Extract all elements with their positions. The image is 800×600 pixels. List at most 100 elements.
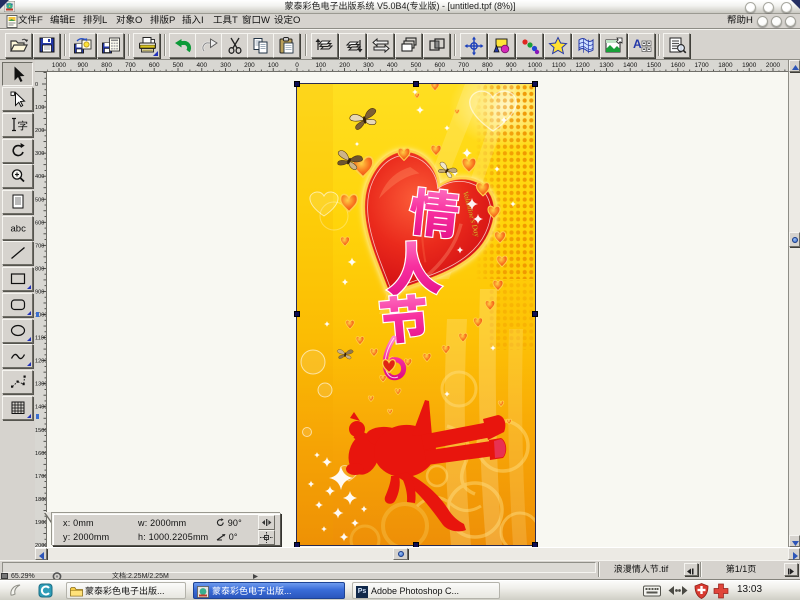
poster-image[interactable]: Valentine's Day 情 人 节	[297, 84, 535, 545]
menu-help[interactable]: 帮助H	[727, 14, 753, 28]
x-value: 0mm	[73, 518, 94, 528]
image-frame-button[interactable]	[600, 33, 627, 58]
svg-text:节: 节	[376, 279, 432, 355]
tool-curve[interactable]	[2, 344, 33, 368]
menu-edit[interactable]: 编辑E	[50, 14, 75, 28]
mesh-warp-button[interactable]	[572, 33, 599, 58]
menu-insert[interactable]: 插入I	[182, 14, 204, 28]
bring-forward-button[interactable]	[311, 33, 338, 58]
taskbar-photoshop-label: Adobe Photoshop C...	[371, 583, 495, 599]
horizontal-scrollbar[interactable]	[35, 547, 800, 560]
print-preview-button[interactable]	[663, 33, 690, 58]
quick-launch-app-icon[interactable]	[38, 583, 53, 598]
open-button[interactable]	[5, 33, 32, 58]
scroll-left-button[interactable]	[35, 548, 47, 560]
menu-tools[interactable]: 工具T	[213, 14, 238, 28]
tool-rounded-rectangle[interactable]	[2, 293, 33, 317]
import-image-button[interactable]	[69, 33, 96, 58]
cut-button[interactable]	[221, 33, 248, 58]
skew-value: 0°	[229, 532, 238, 542]
current-image-name: 浪漫情人节.tif	[600, 562, 682, 577]
security-shield-tray-icon[interactable]	[694, 583, 709, 599]
scroll-up-button[interactable]	[789, 60, 800, 72]
page-nav-button[interactable]	[784, 563, 798, 576]
colors-button[interactable]	[516, 33, 543, 58]
tool-text-cursor[interactable]: 字	[2, 113, 33, 137]
menu-layout[interactable]: 排版P	[150, 14, 175, 28]
taskbar-folder-button[interactable]: 蒙泰彩色电子出版...	[66, 582, 186, 599]
tool-line[interactable]	[2, 241, 33, 265]
redo-button[interactable]	[195, 33, 222, 58]
cascade-button[interactable]	[395, 33, 422, 58]
svg-text:200: 200	[339, 62, 350, 69]
vertical-scrollbar[interactable]	[788, 60, 800, 547]
handle-top-right[interactable]	[532, 81, 538, 87]
save-button[interactable]	[33, 33, 60, 58]
vertical-scroll-thumb[interactable]	[789, 232, 800, 247]
tool-text-abc[interactable]: abc	[2, 216, 33, 240]
taskbar-photoshop-button[interactable]: Ps Adobe Photoshop C...	[352, 582, 500, 599]
tool-select[interactable]	[2, 62, 33, 86]
taskbar-montai-label: 蒙泰彩色电子出版...	[212, 583, 340, 599]
combine-button[interactable]	[423, 33, 450, 58]
handle-top-middle[interactable]	[413, 81, 419, 87]
tool-ellipse[interactable]	[2, 319, 33, 343]
copy-button[interactable]	[247, 33, 274, 58]
panel-position-button[interactable]	[258, 515, 275, 530]
menu-settings[interactable]: 设定O	[274, 14, 300, 28]
tool-rectangle[interactable]	[2, 267, 33, 291]
menu-file[interactable]: 文件F	[18, 14, 43, 28]
tray-clock[interactable]: 13:03	[737, 580, 762, 600]
scroll-down-button[interactable]	[789, 535, 800, 547]
object-attributes-button[interactable]	[488, 33, 515, 58]
h-value: 1000.2205mm	[149, 532, 209, 542]
tool-page[interactable]	[2, 190, 33, 214]
keyboard-tray-icon[interactable]	[643, 585, 661, 597]
handle-top-left[interactable]	[294, 81, 300, 87]
network-tray-icon[interactable]	[668, 584, 688, 597]
tool-node-select[interactable]	[2, 87, 33, 111]
handle-middle-right[interactable]	[532, 311, 538, 317]
svg-text:400: 400	[387, 62, 398, 69]
menu-arrange[interactable]: 排列L	[83, 14, 107, 28]
tool-pattern[interactable]	[2, 396, 33, 420]
tool-zoom[interactable]	[2, 164, 33, 188]
tool-polyline[interactable]	[2, 370, 33, 394]
red-cross-tray-icon[interactable]	[713, 583, 729, 599]
svg-text:800: 800	[482, 62, 493, 69]
menu-window[interactable]: 窗口W	[242, 14, 270, 28]
svg-text:1000: 1000	[528, 62, 543, 69]
paste-button[interactable]	[273, 33, 300, 58]
swap-order-button[interactable]	[367, 33, 394, 58]
canvas[interactable]: Valentine's Day 情 人 节	[47, 72, 788, 547]
quick-launch-swoosh-icon[interactable]	[8, 583, 25, 598]
panel-size-button[interactable]	[258, 530, 275, 545]
svg-text:800: 800	[35, 266, 44, 272]
rotation-icon	[216, 518, 225, 527]
maximize-button[interactable]	[763, 2, 774, 13]
colors-icon	[520, 36, 540, 56]
image-nav-button[interactable]	[684, 563, 698, 576]
text-cursor-icon: 字	[8, 115, 27, 134]
application-window: 蒙泰彩色电子出版系统 V5.0B4(专业版) - [untitled.tpf (…	[0, 0, 800, 600]
star-shapes-button[interactable]	[544, 33, 571, 58]
status-message-area	[2, 562, 596, 573]
tool-rotate[interactable]	[2, 139, 33, 163]
move-tool-button[interactable]	[460, 33, 487, 58]
mdi-restore-button[interactable]	[771, 16, 782, 27]
ellipse-icon	[8, 321, 27, 340]
mdi-close-button[interactable]	[785, 16, 796, 27]
export-image-button[interactable]	[97, 33, 124, 58]
print-button[interactable]	[133, 33, 160, 58]
handle-middle-left[interactable]	[294, 311, 300, 317]
taskbar-montai-button[interactable]: 蒙泰彩色电子出版...	[193, 582, 345, 599]
menu-object[interactable]: 对象O	[116, 14, 142, 28]
minimize-button[interactable]	[745, 2, 756, 13]
scroll-right-button[interactable]	[788, 548, 800, 560]
send-backward-button[interactable]	[339, 33, 366, 58]
mdi-minimize-button[interactable]	[757, 16, 768, 27]
save-icon	[37, 36, 57, 56]
text-attributes-button[interactable]: A	[628, 33, 655, 58]
horizontal-scroll-thumb[interactable]	[393, 548, 408, 560]
undo-button[interactable]	[169, 33, 196, 58]
